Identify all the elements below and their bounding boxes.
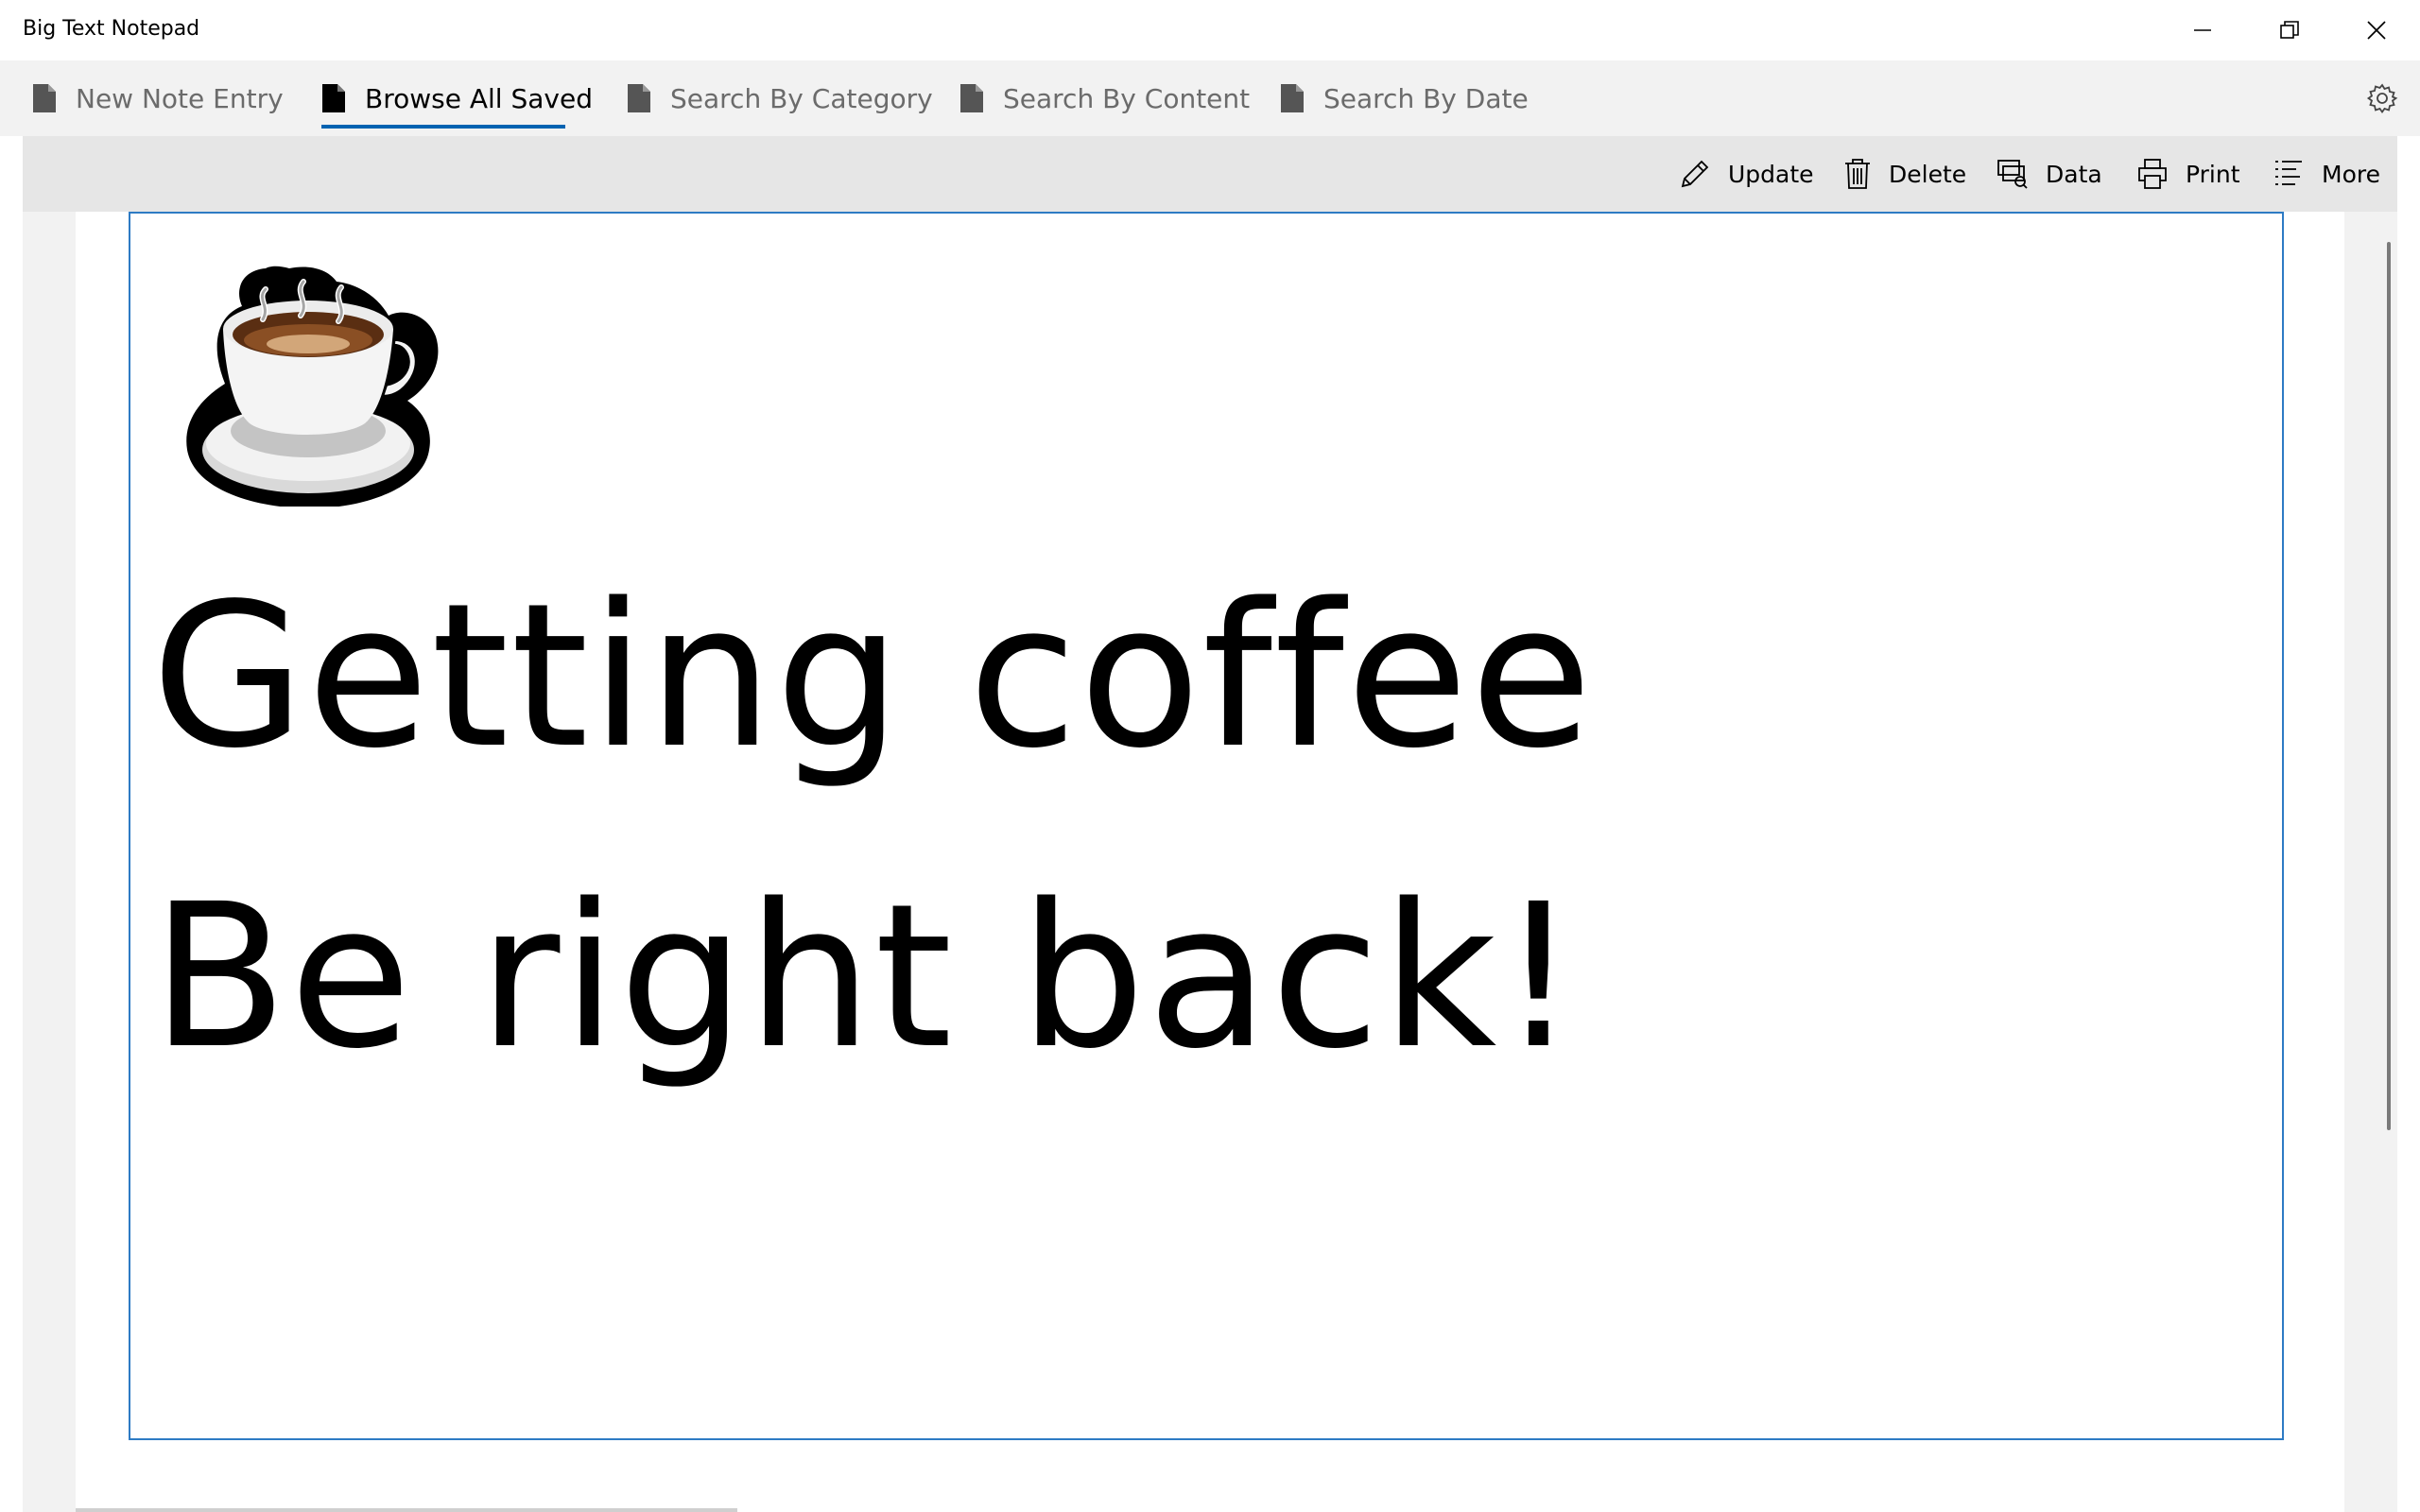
trash-icon <box>1845 159 1870 189</box>
list-icon <box>2275 161 2302 185</box>
active-tab-indicator <box>321 125 565 129</box>
command-bar: Update Delete Data Print More <box>23 136 2397 212</box>
minimize-button[interactable] <box>2159 0 2246 60</box>
scrollbar-thumb[interactable] <box>2387 242 2391 1130</box>
printer-icon <box>2138 159 2167 189</box>
tab-search-by-date[interactable]: Search By Date <box>1280 60 1529 136</box>
restore-icon <box>2280 21 2299 39</box>
tab-label: Search By Content <box>1003 82 1251 114</box>
update-button[interactable]: Update <box>1679 136 1814 212</box>
print-button[interactable]: Print <box>2136 136 2240 212</box>
tab-search-by-content[interactable]: Search By Content <box>959 60 1250 136</box>
title-bar: Big Text Notepad <box>0 0 2420 60</box>
note-text-line-2: Be right back! <box>151 861 1581 1092</box>
hot-beverage-icon <box>186 266 439 507</box>
tab-label: New Note Entry <box>76 82 284 114</box>
data-label: Data <box>2046 160 2102 188</box>
document-icon <box>33 84 56 112</box>
print-label: Print <box>2186 160 2240 188</box>
tab-label: Search By Category <box>670 82 933 114</box>
pencil-icon <box>1681 160 1709 188</box>
app-title: Big Text Notepad <box>23 17 200 41</box>
settings-button[interactable] <box>2363 79 2401 117</box>
tab-search-by-category[interactable]: Search By Category <box>627 60 933 136</box>
more-label: More <box>2322 160 2380 188</box>
note-display[interactable]: Getting coffee Be right back! <box>129 212 2284 1440</box>
document-icon <box>1281 84 1304 112</box>
update-label: Update <box>1728 160 1814 188</box>
gear-icon <box>2366 83 2398 114</box>
more-button[interactable]: More <box>2273 136 2380 212</box>
bottom-edge <box>76 1508 737 1512</box>
document-icon <box>322 84 345 112</box>
tab-new-note-entry[interactable]: New Note Entry <box>32 60 284 136</box>
restore-button[interactable] <box>2246 0 2333 60</box>
data-button[interactable]: Data <box>1996 136 2102 212</box>
tab-bar: New Note Entry Browse All Saved Search B… <box>0 60 2420 136</box>
tab-label: Search By Date <box>1323 82 1529 114</box>
close-button[interactable] <box>2333 0 2420 60</box>
data-icon <box>1997 160 2028 189</box>
delete-label: Delete <box>1889 160 1967 188</box>
note-text-line-1: Getting coffee <box>151 560 1595 792</box>
document-icon <box>960 84 983 112</box>
close-icon <box>2367 21 2386 40</box>
tab-browse-all-saved[interactable]: Browse All Saved <box>321 60 593 136</box>
minimize-icon <box>2194 29 2211 31</box>
document-icon <box>628 84 650 112</box>
delete-button[interactable]: Delete <box>1843 136 1966 212</box>
tab-label: Browse All Saved <box>365 82 593 114</box>
